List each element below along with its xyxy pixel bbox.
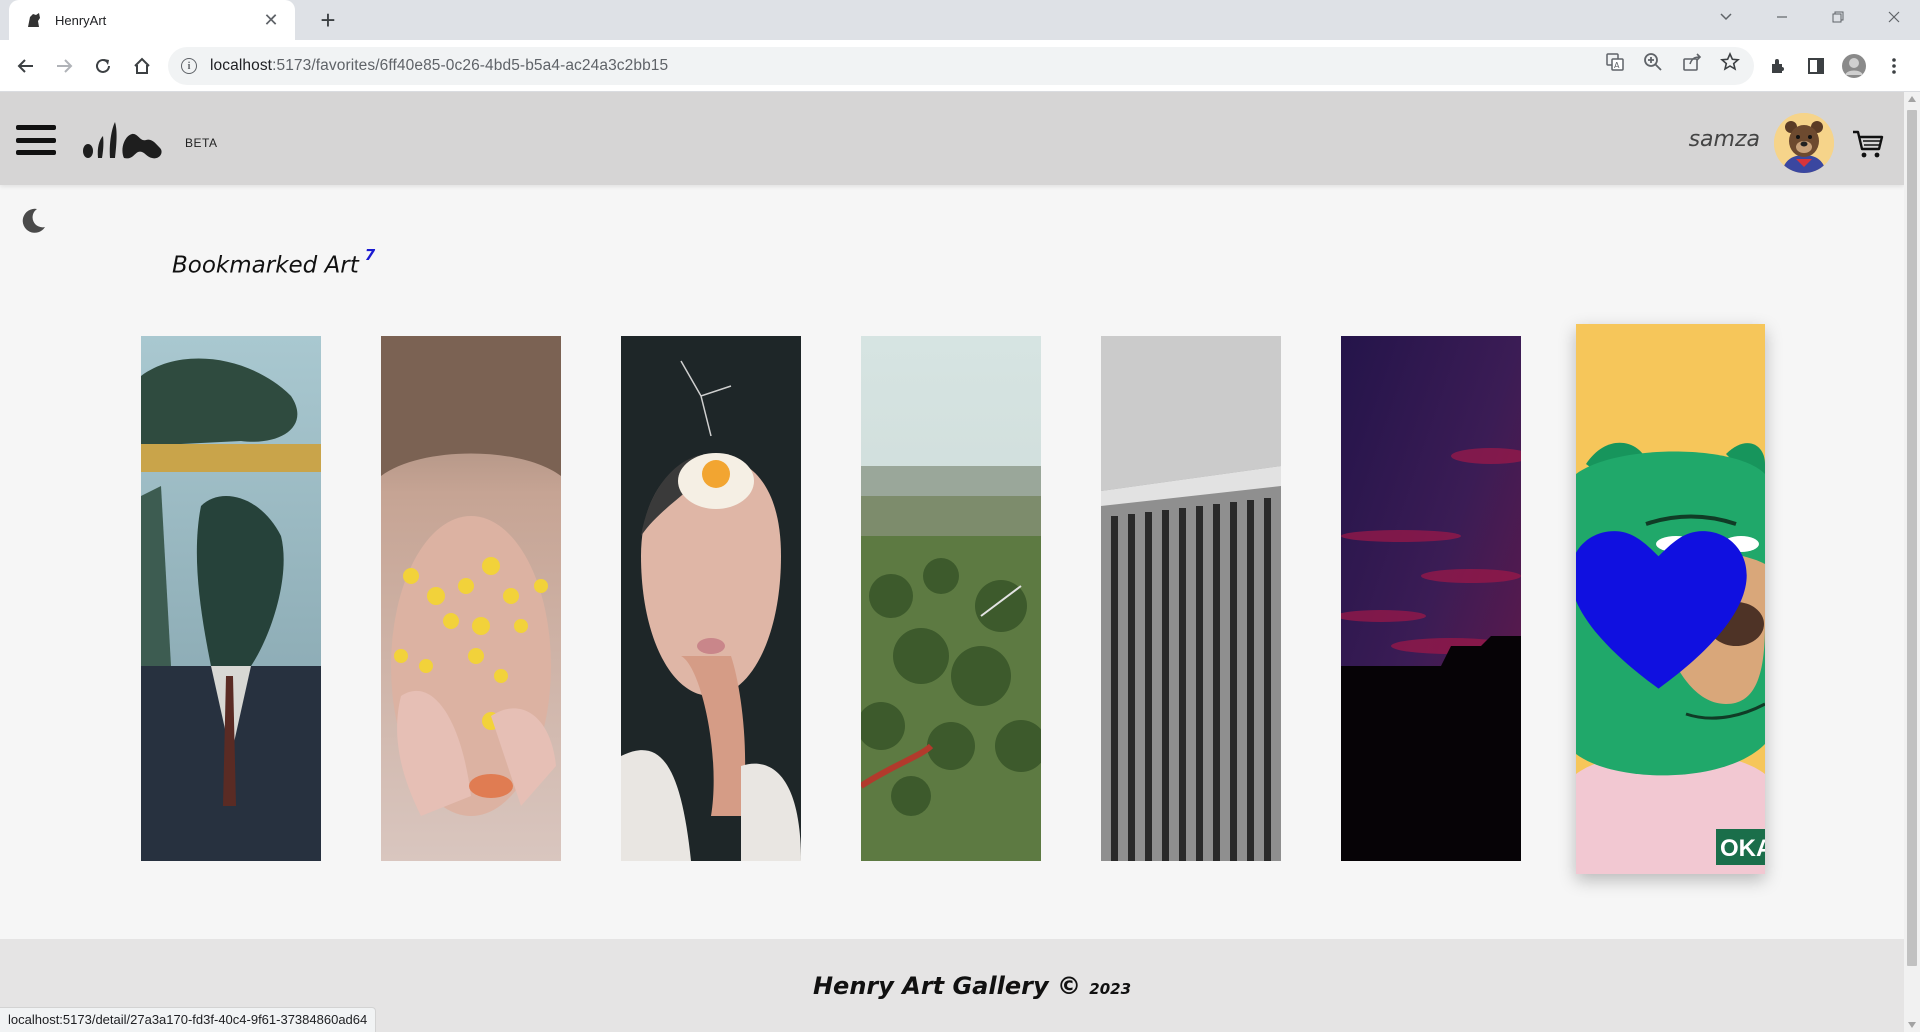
browser-tab[interactable]: HenryArt ✕ [9, 0, 295, 40]
site-header: BETA samza [0, 92, 1904, 185]
user-avatar[interactable] [1774, 113, 1834, 173]
scroll-down-icon[interactable] [1908, 1022, 1916, 1028]
restore-icon[interactable] [1810, 0, 1866, 34]
address-url[interactable]: localhost:5173/favorites/6ff40e85-0c26-4… [210, 57, 1754, 75]
translate-icon[interactable]: A [1604, 51, 1626, 73]
page-scrollbar[interactable] [1904, 92, 1920, 1032]
address-bar[interactable]: i localhost:5173/favorites/6ff40e85-0c26… [168, 47, 1754, 85]
reload-icon[interactable] [89, 52, 117, 80]
window-controls [1698, 0, 1920, 34]
new-tab-button[interactable]: + [314, 7, 342, 35]
art-dragon-suit [141, 336, 321, 861]
art-purple-sky [1341, 336, 1521, 861]
favorite-heart-icon[interactable] [1576, 338, 1753, 874]
artwork-gallery: OKAY [0, 324, 1904, 876]
beta-badge: BETA [185, 136, 218, 150]
page-title-text: Bookmarked Art [172, 252, 359, 279]
page-title: Bookmarked Art 7 [172, 246, 375, 279]
art-egg-portrait [621, 336, 801, 861]
artwork-card-favorited[interactable]: OKAY [1576, 324, 1765, 874]
bear-avatar-icon [1774, 113, 1834, 173]
henryart-favicon-icon [28, 13, 40, 27]
url-path: :5173/favorites/6ff40e85-0c26-4bd5-b5a4-… [272, 57, 669, 74]
scrollbar-thumb[interactable] [1907, 110, 1917, 966]
henryart-logo[interactable] [80, 118, 176, 162]
scroll-up-icon[interactable] [1908, 96, 1916, 102]
footer-year: 2023 [1089, 980, 1132, 998]
zoom-icon[interactable] [1642, 51, 1664, 73]
site-info-icon[interactable]: i [181, 58, 197, 74]
artwork-card[interactable] [1101, 336, 1281, 861]
page-viewport: BETA samza Bookmarked Art 7 OKA Henry Ar… [0, 92, 1904, 1032]
artwork-card[interactable] [141, 336, 321, 861]
tab-search-icon[interactable] [1698, 0, 1754, 34]
side-panel-icon[interactable] [1802, 52, 1830, 80]
tab-close-icon[interactable]: ✕ [261, 10, 281, 31]
url-host: localhost [210, 57, 273, 74]
back-icon[interactable] [12, 52, 40, 80]
artwork-card[interactable] [1341, 336, 1521, 861]
minimize-icon[interactable] [1754, 0, 1810, 34]
tab-title: HenryArt [55, 12, 107, 28]
bookmark-star-icon[interactable] [1719, 51, 1741, 73]
art-smiley-face [381, 336, 561, 861]
share-icon[interactable] [1681, 51, 1703, 73]
browser-toolbar: i localhost:5173/favorites/6ff40e85-0c26… [0, 40, 1920, 92]
profile-avatar-icon[interactable] [1840, 52, 1868, 80]
cart-icon[interactable] [1851, 129, 1885, 159]
hamburger-menu-icon[interactable] [16, 125, 56, 155]
art-concrete-building [1101, 336, 1281, 861]
moon-icon[interactable] [18, 206, 48, 236]
artwork-card[interactable] [861, 336, 1041, 861]
svg-text:A: A [1614, 61, 1620, 70]
footer-text: Henry Art Gallery © [812, 972, 1081, 1000]
link-status-bar: localhost:5173/detail/27a3a170-fd3f-40c4… [0, 1007, 377, 1032]
username[interactable]: samza [1680, 127, 1760, 152]
forward-icon[interactable] [50, 52, 78, 80]
browser-menu-icon[interactable] [1880, 52, 1908, 80]
home-icon[interactable] [128, 52, 156, 80]
browser-tab-strip: HenryArt ✕ + [0, 0, 1920, 40]
extensions-icon[interactable] [1764, 52, 1792, 80]
bookmark-count: 7 [364, 246, 376, 264]
close-window-icon[interactable] [1866, 0, 1920, 34]
artwork-card[interactable] [381, 336, 561, 861]
art-aerial-landscape [861, 336, 1041, 861]
artwork-card[interactable] [621, 336, 801, 861]
footer-copyright: Henry Art Gallery © 2023 [0, 972, 1904, 1000]
